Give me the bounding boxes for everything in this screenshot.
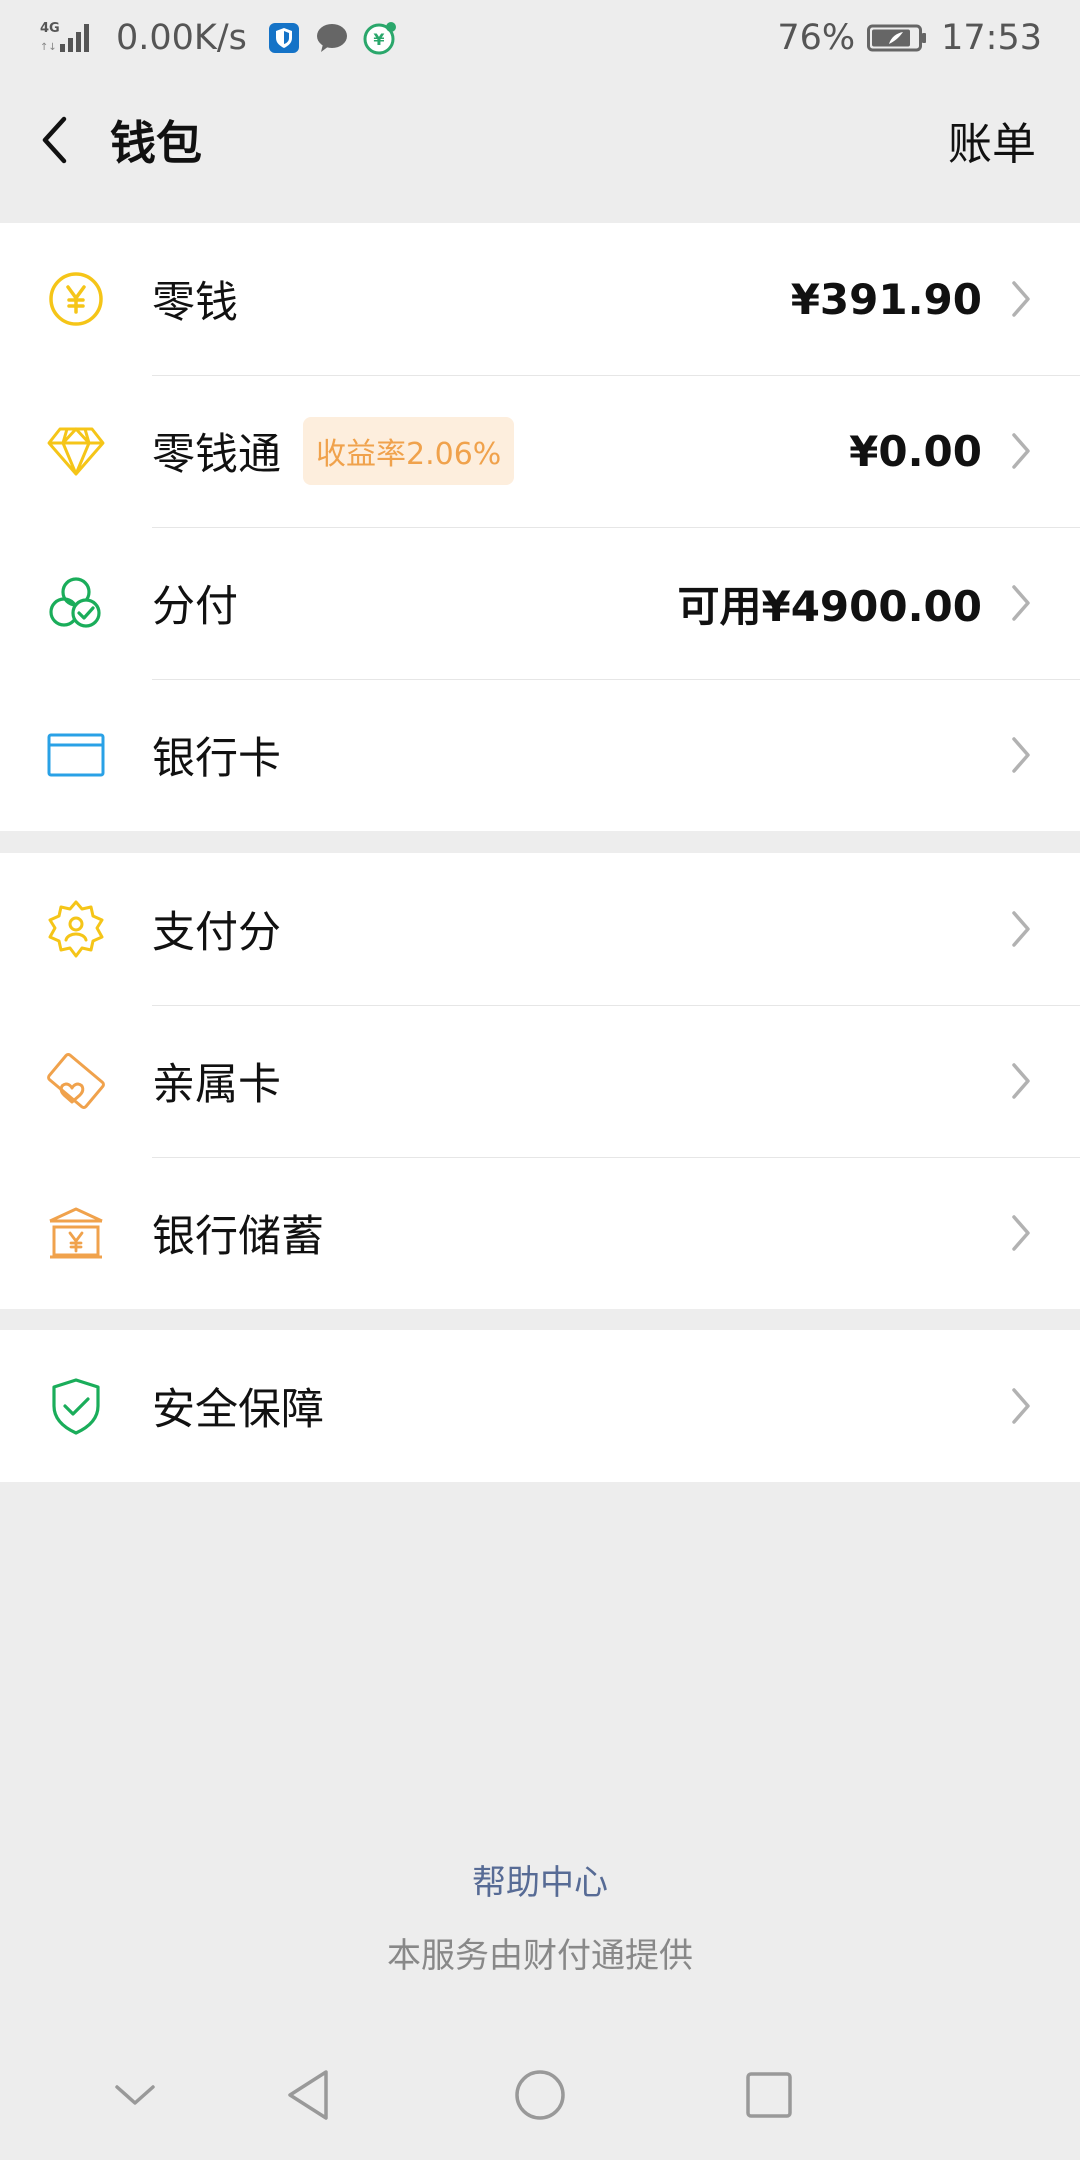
bill-button[interactable]: 账单 <box>948 108 1036 172</box>
nav-back-button[interactable] <box>263 2050 353 2140</box>
nav-hide-button[interactable] <box>90 2050 180 2140</box>
row-pay-score[interactable]: 支付分 <box>0 853 1080 1005</box>
circle-home-icon <box>515 2070 565 2120</box>
status-bar: 4G ↑↓ 0.00K/s ¥ 76% 17:53 <box>0 0 1080 75</box>
chevron-right-icon <box>1010 1384 1036 1428</box>
row-label: 支付分 <box>152 908 281 958</box>
row-change[interactable]: 零钱 ¥391.90 <box>0 223 1080 375</box>
chevron-right-icon <box>1010 581 1036 625</box>
row-fenfu[interactable]: 分付 可用¥4900.00 <box>0 527 1080 679</box>
wallet-page: 4G ↑↓ 0.00K/s ¥ 76% 17:53 钱包 账单 零钱 ¥391.… <box>0 0 1080 2160</box>
pay-app-icon: ¥ <box>363 21 397 55</box>
row-change-plus[interactable]: 零钱通 收益率2.06% ¥0.00 <box>0 375 1080 527</box>
row-label: 零钱通 <box>152 430 281 480</box>
triangle-back-icon <box>288 2070 328 2120</box>
fenfu-icon <box>38 565 114 641</box>
bank-savings-icon <box>38 1195 114 1271</box>
chevron-down-icon <box>115 2085 155 2105</box>
wallet-group-security: 安全保障 <box>0 1330 1080 1482</box>
battery-percent: 76% <box>777 17 856 58</box>
balance-value: ¥391.90 <box>790 274 982 324</box>
chevron-right-icon <box>1010 1211 1036 1255</box>
row-label: 银行卡 <box>152 734 281 784</box>
card-icon <box>38 717 114 793</box>
shield-check-icon <box>38 1368 114 1444</box>
status-bar-right: 76% 17:53 <box>777 18 1042 58</box>
square-recents-icon <box>746 2072 792 2118</box>
page-title: 钱包 <box>110 116 202 170</box>
row-label: 银行储蓄 <box>152 1212 324 1262</box>
net-speed: 0.00K/s <box>116 17 247 58</box>
row-label: 分付 <box>152 582 238 632</box>
pay-score-icon <box>38 891 114 967</box>
row-bank-card[interactable]: 银行卡 <box>0 679 1080 831</box>
chevron-right-icon <box>1010 907 1036 951</box>
row-security[interactable]: 安全保障 <box>0 1330 1080 1482</box>
svg-text:4G: 4G <box>40 21 60 36</box>
nav-recents-button[interactable] <box>724 2050 814 2140</box>
change-plus-value: ¥0.00 <box>849 426 982 476</box>
row-label: 零钱 <box>152 278 238 328</box>
chat-bubble-icon <box>315 21 349 55</box>
family-card-icon <box>38 1043 114 1119</box>
row-family-card[interactable]: 亲属卡 <box>0 1005 1080 1157</box>
clock: 17:53 <box>941 17 1042 58</box>
fenfu-available-value: 可用¥4900.00 <box>677 581 982 631</box>
diamond-icon <box>38 413 114 489</box>
yuan-coin-icon <box>38 261 114 337</box>
chevron-right-icon <box>1010 1059 1036 1103</box>
svg-text:¥: ¥ <box>373 30 384 49</box>
status-bar-left: 4G ↑↓ 0.00K/s ¥ <box>40 18 397 58</box>
battery-icon <box>867 23 927 53</box>
row-label: 安全保障 <box>152 1385 324 1435</box>
system-nav-bar <box>0 2030 1080 2160</box>
chevron-right-icon <box>1010 733 1036 777</box>
row-label: 亲属卡 <box>152 1060 281 1110</box>
chevron-right-icon <box>1010 277 1036 321</box>
signal-icon: 4G ↑↓ <box>40 20 98 56</box>
yield-rate-badge: 收益率2.06% <box>303 417 515 485</box>
help-center-link[interactable]: 帮助中心 <box>0 1855 1080 1904</box>
chevron-right-icon <box>1010 429 1036 473</box>
service-provider-note: 本服务由财付通提供 <box>387 1936 693 1976</box>
svg-text:↑↓: ↑↓ <box>40 42 57 53</box>
nav-home-button[interactable] <box>495 2050 585 2140</box>
security-app-icon <box>267 21 301 55</box>
row-bank-savings[interactable]: 银行储蓄 <box>0 1157 1080 1309</box>
nav-header: 钱包 账单 <box>0 75 1080 205</box>
back-button[interactable] <box>4 90 104 190</box>
header-left: 钱包 <box>0 90 202 190</box>
wallet-group-services: 支付分 亲属卡 银行储蓄 <box>0 853 1080 1309</box>
chevron-left-icon <box>42 116 67 164</box>
wallet-group-balance: 零钱 ¥391.90 零钱通 收益率2.06% ¥0.00 分付 可用¥4900… <box>0 223 1080 831</box>
